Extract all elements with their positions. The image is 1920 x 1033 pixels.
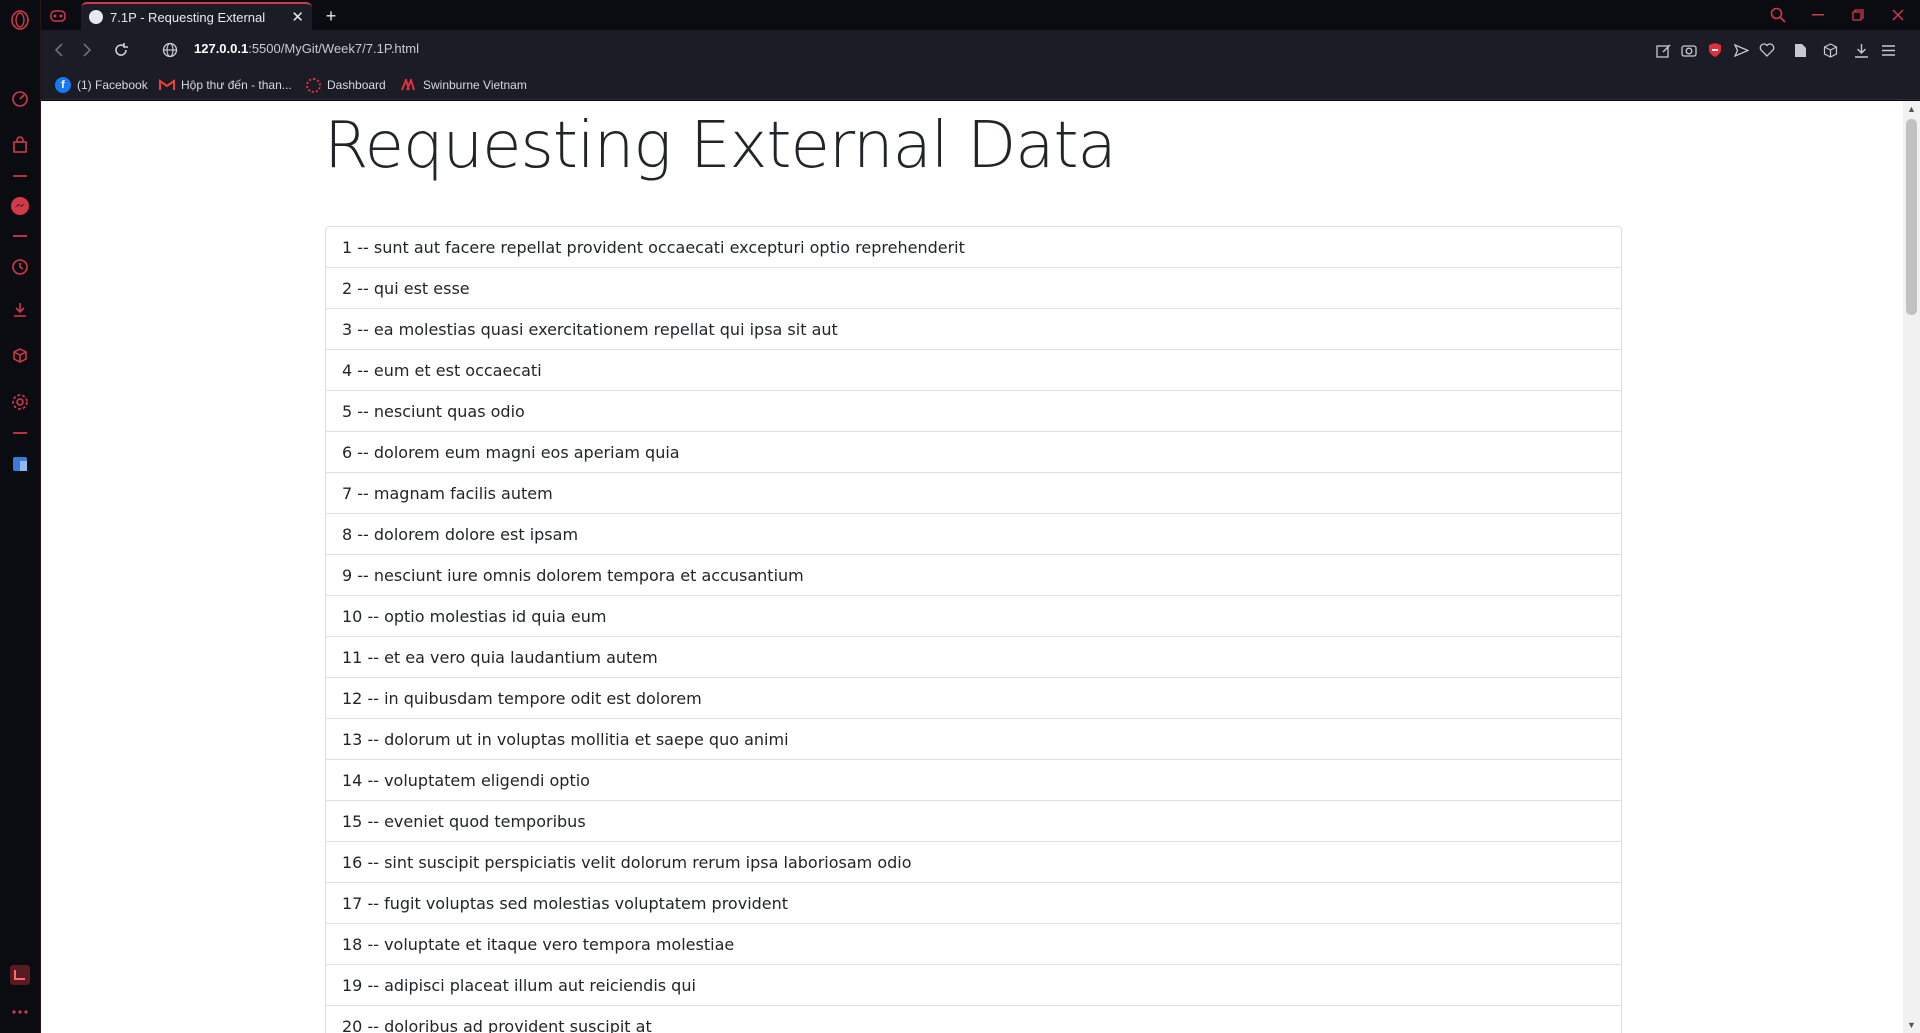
list-item: 11 -- et ea vero quia laudantium autem bbox=[326, 637, 1621, 678]
new-tab-icon[interactable]: + bbox=[316, 2, 346, 30]
scroll-up-arrow-icon[interactable]: ▲ bbox=[1903, 101, 1920, 117]
extensions-cube-icon[interactable] bbox=[8, 344, 32, 368]
reading-list-icon[interactable] bbox=[1789, 39, 1811, 61]
translate-app-icon[interactable] bbox=[8, 452, 32, 476]
list-item: 16 -- sint suscipit perspiciatis velit d… bbox=[326, 842, 1621, 883]
list-item: 10 -- optio molestias id quia eum bbox=[326, 596, 1621, 637]
list-item: 13 -- dolorum ut in voluptas mollitia et… bbox=[326, 719, 1621, 760]
scrollbar-thumb[interactable] bbox=[1906, 119, 1917, 315]
bookmark-label: Dashboard bbox=[327, 78, 386, 92]
download-icon[interactable] bbox=[1850, 39, 1872, 61]
shopping-bag-icon[interactable] bbox=[8, 133, 32, 157]
bookmark-facebook[interactable]: f (1) Facebook bbox=[55, 76, 148, 94]
list-item: 7 -- magnam facilis autem bbox=[326, 473, 1621, 514]
heart-bookmark-icon[interactable] bbox=[1756, 39, 1778, 61]
send-flow-icon[interactable] bbox=[1730, 39, 1752, 61]
list-item: 15 -- eveniet quod temporibus bbox=[326, 801, 1621, 842]
downloads-icon[interactable] bbox=[8, 298, 32, 322]
bookmark-label: Swinburne Vietnam bbox=[423, 78, 527, 92]
list-item: 1 -- sunt aut facere repellat provident … bbox=[326, 227, 1621, 268]
globe-icon bbox=[89, 10, 103, 24]
speed-dial-icon[interactable] bbox=[8, 87, 32, 111]
tab-active[interactable]: 7.1P - Requesting External ✕ bbox=[81, 2, 312, 30]
bookmark-label: (1) Facebook bbox=[77, 78, 148, 92]
tab-title: 7.1P - Requesting External bbox=[110, 9, 266, 25]
bookmark-swinburne[interactable]: Swinburne Vietnam bbox=[401, 76, 527, 94]
list-item: 19 -- adipisci placeat illum aut reicien… bbox=[326, 965, 1621, 1006]
url-host: 127.0.0.1 bbox=[194, 41, 249, 56]
list-item: 6 -- dolorem eum magni eos aperiam quia bbox=[326, 432, 1621, 473]
tab-strip: 7.1P - Requesting External ✕ + bbox=[41, 0, 1920, 30]
reload-icon[interactable] bbox=[108, 38, 134, 62]
opera-logo-icon[interactable] bbox=[8, 8, 32, 32]
page-viewport: Requesting External Data 1 -- sunt aut f… bbox=[41, 101, 1920, 1033]
gmail-icon bbox=[159, 77, 175, 93]
list-item: 4 -- eum et est occaecati bbox=[326, 350, 1621, 391]
snapshot-edit-icon[interactable] bbox=[1652, 39, 1674, 61]
search-tabs-icon[interactable] bbox=[1758, 0, 1798, 30]
list-item: 18 -- voluptate et itaque vero tempora m… bbox=[326, 924, 1621, 965]
forward-arrow-icon[interactable] bbox=[74, 38, 100, 62]
list-item: 12 -- in quibusdam tempore odit est dolo… bbox=[326, 678, 1621, 719]
history-icon[interactable] bbox=[8, 255, 32, 279]
page-title: Requesting External Data bbox=[324, 109, 1117, 183]
list-item: 14 -- voluptatem eligendi optio bbox=[326, 760, 1621, 801]
back-arrow-icon[interactable] bbox=[46, 38, 72, 62]
list-item: 17 -- fugit voluptas sed molestias volup… bbox=[326, 883, 1621, 924]
minimize-icon[interactable] bbox=[1798, 0, 1838, 30]
list-item: 3 -- ea molestias quasi exercitationem r… bbox=[326, 309, 1621, 350]
bookmark-gmail[interactable]: Hộp thư đến - than... bbox=[159, 76, 292, 94]
adblock-shield-icon[interactable] bbox=[1704, 39, 1726, 61]
bookmarks-bar: f (1) Facebook Hộp thư đến - than... Das… bbox=[41, 70, 1920, 100]
post-list: 1 -- sunt aut facere repellat provident … bbox=[325, 226, 1622, 1033]
swinburne-icon bbox=[401, 77, 417, 93]
address-toolbar: 127.0.0.1:5500/MyGit/Week7/7.1P.html bbox=[41, 30, 1920, 70]
gx-control-icon[interactable] bbox=[43, 2, 73, 30]
messenger-icon[interactable] bbox=[8, 194, 32, 218]
browser-sidebar bbox=[0, 0, 41, 1033]
list-item: 8 -- dolorem dolore est ipsam bbox=[326, 514, 1621, 555]
restore-icon[interactable] bbox=[1838, 0, 1878, 30]
bookmark-dashboard[interactable]: Dashboard bbox=[306, 76, 386, 94]
list-item: 20 -- doloribus ad provident suscipit at bbox=[342, 1017, 652, 1033]
camera-icon[interactable] bbox=[1678, 39, 1700, 61]
facebook-icon: f bbox=[55, 77, 71, 93]
close-window-icon[interactable] bbox=[1878, 0, 1918, 30]
scroll-down-arrow-icon[interactable]: ▼ bbox=[1903, 1017, 1920, 1033]
close-tab-icon[interactable]: ✕ bbox=[291, 8, 304, 26]
address-bar-url[interactable]: 127.0.0.1:5500/MyGit/Week7/7.1P.html bbox=[194, 41, 419, 56]
extensions-icon[interactable] bbox=[1819, 39, 1841, 61]
settings-gear-icon[interactable] bbox=[8, 390, 32, 414]
bookmark-label: Hộp thư đến - than... bbox=[181, 78, 292, 92]
easy-setup-menu-icon[interactable] bbox=[1877, 39, 1899, 61]
list-item: 2 -- qui est esse bbox=[326, 268, 1621, 309]
pinned-app-icon[interactable] bbox=[8, 963, 32, 987]
vertical-scrollbar[interactable]: ▲ ▼ bbox=[1903, 101, 1920, 1033]
list-item: 5 -- nesciunt quas odio bbox=[326, 391, 1621, 432]
dashboard-icon bbox=[306, 77, 321, 93]
url-path: :5500/MyGit/Week7/7.1P.html bbox=[248, 41, 419, 56]
site-info-globe-icon[interactable] bbox=[157, 38, 183, 62]
list-item: 9 -- nesciunt iure omnis dolorem tempora… bbox=[326, 555, 1621, 596]
more-options-icon[interactable] bbox=[8, 1000, 32, 1024]
